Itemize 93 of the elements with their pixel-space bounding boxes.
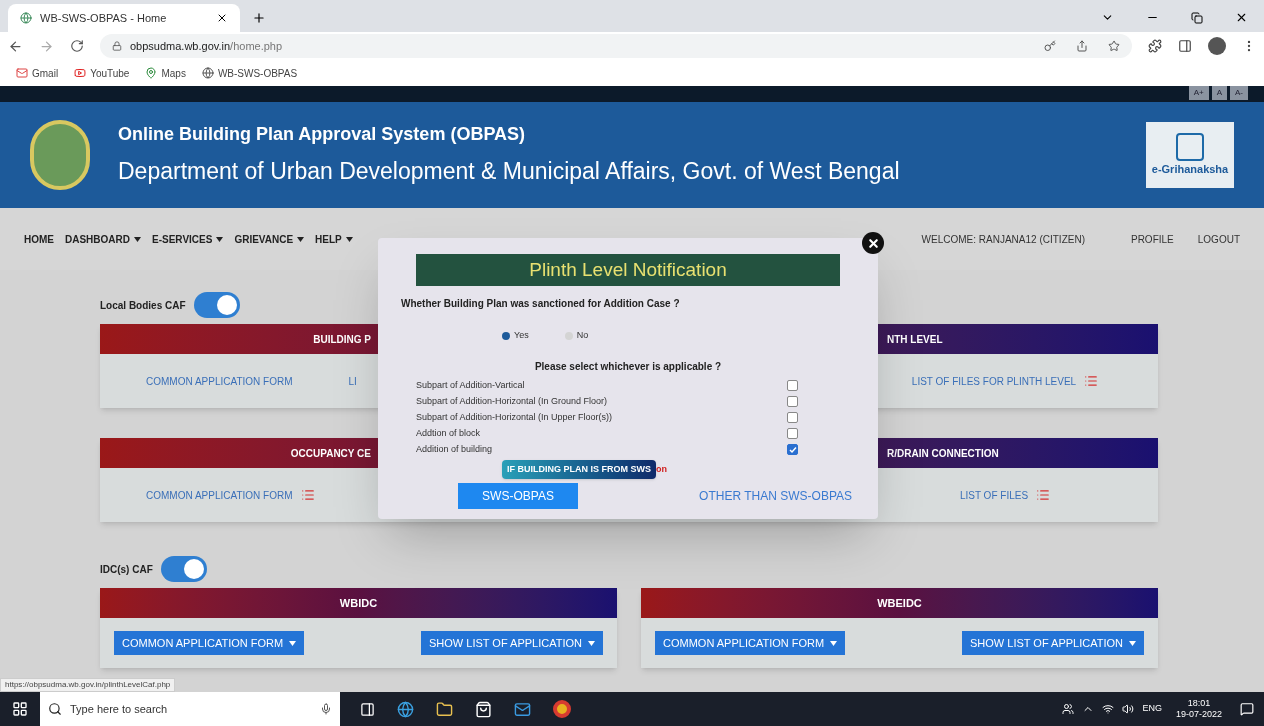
notification-icon[interactable] xyxy=(1240,702,1254,716)
toggle-switch[interactable] xyxy=(160,556,207,582)
section-label: IDC(s) CAF xyxy=(100,562,153,577)
language-indicator[interactable]: ENG xyxy=(1142,702,1162,716)
nav-link[interactable]: LOGOUT xyxy=(1197,231,1240,247)
clock-date: 19-07-2022 xyxy=(1175,709,1222,720)
dropdown-button[interactable]: COMMON APPLICATION FORM xyxy=(114,631,305,655)
card-link[interactable]: COMMON APPLICATION FORM xyxy=(146,373,293,389)
store-icon[interactable] xyxy=(475,700,492,718)
card-link[interactable]: LIST OF FILES FOR PLINTH LEVEL xyxy=(911,373,1077,389)
search-icon xyxy=(48,702,62,716)
taskbar-search-field[interactable]: Type here to search xyxy=(40,692,340,726)
section-label: Local Bodies CAF xyxy=(100,298,186,313)
bookmark-icon xyxy=(145,67,158,79)
option-label: Addtion of block xyxy=(416,426,481,440)
option-label: Subpart of Addition-Horizontal (In Ground Floor) xyxy=(416,394,608,408)
card-header: WBEIDC xyxy=(641,588,1158,618)
network-icon[interactable] xyxy=(1102,703,1115,715)
nav-item[interactable]: E-SERVICES xyxy=(152,231,224,247)
share-icon[interactable] xyxy=(1076,40,1088,52)
close-icon[interactable] xyxy=(1235,11,1248,24)
option-label: Addition of building xyxy=(416,442,493,456)
department-name: Department of Urban Development & Municipal Affairs, Govt. of West Bengal xyxy=(118,157,901,187)
key-icon[interactable] xyxy=(1044,40,1056,52)
browser-tab[interactable]: WB-SWS-OBPAS - Home xyxy=(8,4,240,32)
nav-link[interactable]: PROFILE xyxy=(1130,231,1174,247)
folder-icon[interactable] xyxy=(436,700,453,718)
card-header: WBIDC xyxy=(100,588,617,618)
star-icon[interactable] xyxy=(1108,40,1120,52)
card-link[interactable]: LI xyxy=(348,373,357,389)
font-size-button[interactable]: A xyxy=(1211,86,1227,100)
site-icon xyxy=(20,12,32,24)
card-link[interactable]: LIST OF FILES xyxy=(959,487,1029,503)
checkbox[interactable] xyxy=(787,444,798,455)
question-text: Whether Building Plan was sanctioned for Addition Case ? xyxy=(401,297,681,311)
checkbox[interactable] xyxy=(787,428,798,439)
reload-icon[interactable] xyxy=(70,39,84,53)
people-icon[interactable] xyxy=(1062,703,1075,715)
volume-icon[interactable] xyxy=(1122,703,1135,715)
option-label: Subpart of Addition-Vartical xyxy=(416,378,525,392)
new-tab-icon[interactable] xyxy=(252,11,266,25)
close-tab-icon[interactable] xyxy=(216,12,228,24)
site-title: Online Building Plan Approval System (OBPAS) xyxy=(118,123,527,147)
clock-time: 18:01 xyxy=(1187,698,1211,709)
task-view-icon[interactable] xyxy=(360,701,375,717)
nav-item[interactable]: HELP xyxy=(315,231,353,247)
check-icon xyxy=(788,445,797,454)
side-panel-icon[interactable] xyxy=(1178,39,1192,53)
status-url: https://obpsudma.wb.gov.in/plinthLevelCaf.php xyxy=(0,678,176,692)
radio-option[interactable]: No xyxy=(564,329,589,343)
back-icon[interactable] xyxy=(8,38,23,54)
font-size-button[interactable]: A+ xyxy=(1188,86,1209,100)
logo: e-Grihanaksha xyxy=(1146,122,1234,188)
restore-icon[interactable] xyxy=(1191,11,1203,24)
lock-icon xyxy=(112,41,122,51)
card-link[interactable]: COMMON APPLICATION FORM xyxy=(146,487,293,503)
option-label: Subpart of Addition-Horizontal (In Upper Floor(s)) xyxy=(416,410,613,424)
profile-avatar[interactable] xyxy=(1208,37,1226,55)
radio-option[interactable]: Yes xyxy=(502,329,529,343)
caret-icon xyxy=(588,640,595,646)
font-size-button[interactable]: A- xyxy=(1230,86,1248,100)
caret-icon xyxy=(830,640,838,646)
extensions-icon[interactable] xyxy=(1148,39,1162,53)
nav-item[interactable]: GRIEVANCE xyxy=(234,231,305,247)
nav-item[interactable]: HOME xyxy=(24,231,54,247)
sws-obpas-button[interactable]: SWS-OBPAS xyxy=(458,483,578,509)
dropdown-button[interactable]: SHOW LIST OF APPLICATION xyxy=(421,631,603,655)
caret-icon xyxy=(289,640,297,646)
bookmark[interactable]: Maps xyxy=(145,65,186,81)
mail-icon[interactable] xyxy=(514,700,531,718)
address-bar[interactable]: obpsudma.wb.gov.in/home.php xyxy=(100,34,1132,58)
bookmark[interactable]: WB-SWS-OBPAS xyxy=(201,65,298,81)
microphone-icon[interactable] xyxy=(320,703,332,715)
checkbox[interactable] xyxy=(787,396,798,407)
close-icon xyxy=(866,236,880,250)
welcome-text: WELCOME: RANJANA12 (CITIZEN) xyxy=(921,232,1085,247)
dropdown-button[interactable]: COMMON APPLICATION FORM xyxy=(655,631,846,655)
bookmark[interactable]: Gmail xyxy=(16,65,59,81)
bookmark-icon xyxy=(201,67,214,79)
bookmark[interactable]: YouTube xyxy=(74,65,130,81)
tooltip: IF BUILDING PLAN IS FROM SWS xyxy=(502,459,656,479)
toggle-switch[interactable] xyxy=(193,292,240,318)
bookmark-icon xyxy=(74,67,87,79)
prompt-text: Please select whichever is applicable ? xyxy=(534,359,722,374)
caret-icon xyxy=(1129,640,1136,646)
checkbox[interactable] xyxy=(787,380,798,391)
dropdown-button[interactable]: SHOW LIST OF APPLICATION xyxy=(962,631,1144,655)
bookmark-icon xyxy=(16,67,28,79)
other-than-sws-link[interactable]: OTHER THAN SWS-OBPAS xyxy=(699,487,852,505)
modal-title: Plinth Level Notification xyxy=(416,254,840,286)
emblem-icon xyxy=(30,120,90,190)
checkbox[interactable] xyxy=(787,412,798,423)
nav-item[interactable]: DASHBOARD xyxy=(65,231,141,247)
